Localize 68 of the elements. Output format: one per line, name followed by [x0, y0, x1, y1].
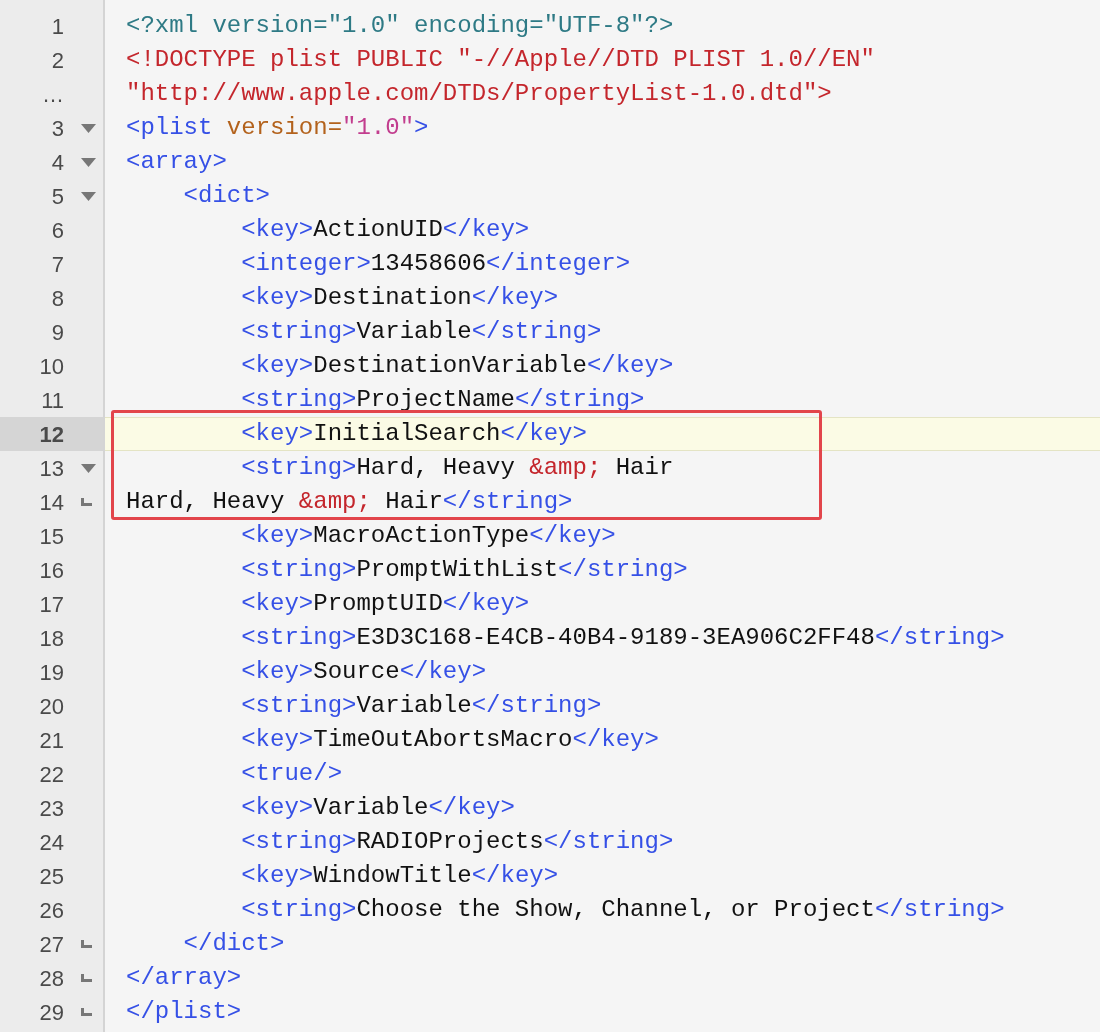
fold-end-icon[interactable] [81, 1008, 92, 1016]
code-text: Hard, Heavy &amp; Hair</string> [126, 487, 573, 517]
code-text: <key>Variable</key> [240, 793, 515, 823]
fold-end-icon[interactable] [81, 498, 92, 506]
line-number: 1 [50, 12, 64, 41]
code-text: <string>Variable</string> [240, 691, 602, 721]
line-number: 9 [50, 318, 64, 347]
code-text: <!DOCTYPE plist PUBLIC "-//Apple//DTD PLIST 1.0//EN" [126, 45, 875, 75]
code-text: <string>RADIOProjects</string> [240, 827, 674, 857]
fold-end-icon[interactable] [81, 940, 92, 948]
line-number: 5 [50, 182, 64, 211]
code-text: <key>TimeOutAbortsMacro</key> [240, 725, 659, 755]
line-number: 21 [38, 726, 64, 755]
line-number: 19 [38, 658, 64, 687]
line-number: 26 [38, 896, 64, 925]
code-text: <array> [126, 147, 227, 177]
code-text: <key>DestinationVariable</key> [240, 351, 674, 381]
code-text: <plist version="1.0"> [126, 113, 429, 143]
line-number: 6 [50, 216, 64, 245]
code-text: <string>Choose the Show, Channel, or Project</string> [240, 895, 1005, 925]
code-text: <?xml version="1.0" encoding="UTF-8"?> [126, 11, 674, 41]
code-text: </plist> [126, 997, 242, 1027]
code-text: <integer>13458606</integer> [240, 249, 631, 279]
code-text: <key>InitialSearch</key> [240, 419, 587, 449]
line-number: 23 [38, 794, 64, 823]
line-number: 22 [38, 760, 64, 789]
line-number: 8 [50, 284, 64, 313]
line-number: 18 [38, 624, 64, 653]
line-number: 11 [40, 386, 64, 415]
line-number: 15 [38, 522, 64, 551]
line-number: 2 [50, 46, 64, 75]
line-number: 27 [38, 930, 64, 959]
fold-triangle-icon[interactable] [81, 123, 96, 133]
line-number: 13 [38, 454, 64, 483]
line-number: 12 [38, 420, 64, 449]
fold-end-icon[interactable] [81, 974, 92, 982]
line-number: 24 [38, 828, 64, 857]
code-text: <string>E3D3C168-E4CB-40B4-9189-3EA906C2FF48</string> [240, 623, 1005, 653]
code-text: <key>ActionUID</key> [240, 215, 530, 245]
line-number: 7 [50, 250, 64, 279]
line-number: 10 [38, 352, 64, 381]
code-text: <string>Variable</string> [240, 317, 602, 347]
line-number: 17 [38, 590, 64, 619]
code-text: <key>Destination</key> [240, 283, 559, 313]
fold-triangle-icon[interactable] [81, 191, 96, 201]
code-text: "http://www.apple.com/DTDs/PropertyList-1.0.dtd"> [126, 79, 832, 109]
line-number: 4 [50, 148, 64, 177]
code-text: </dict> [182, 929, 285, 959]
line-number: 3 [50, 114, 64, 143]
code-text: <key>PromptUID</key> [240, 589, 530, 619]
code-text: <string>ProjectName</string> [240, 385, 645, 415]
line-number: 28 [38, 964, 64, 993]
code-text: <key>Source</key> [240, 657, 487, 687]
code-text: <true/> [240, 759, 343, 789]
code-text: <key>WindowTitle</key> [240, 861, 559, 891]
line-number: 16 [38, 556, 64, 585]
line-number: … [41, 80, 64, 109]
code-text: <dict> [182, 181, 271, 211]
line-number: 25 [38, 862, 64, 891]
fold-triangle-icon[interactable] [81, 157, 96, 167]
line-number: 14 [38, 488, 64, 517]
code-text: </array> [126, 963, 242, 993]
line-number: 20 [38, 692, 64, 721]
code-text: <string>PromptWithList</string> [240, 555, 688, 585]
code-text: <string>Hard, Heavy &amp; Hair [240, 453, 674, 483]
line-number: 29 [38, 998, 64, 1027]
fold-triangle-icon[interactable] [81, 463, 96, 473]
code-text: <key>MacroActionType</key> [240, 521, 616, 551]
